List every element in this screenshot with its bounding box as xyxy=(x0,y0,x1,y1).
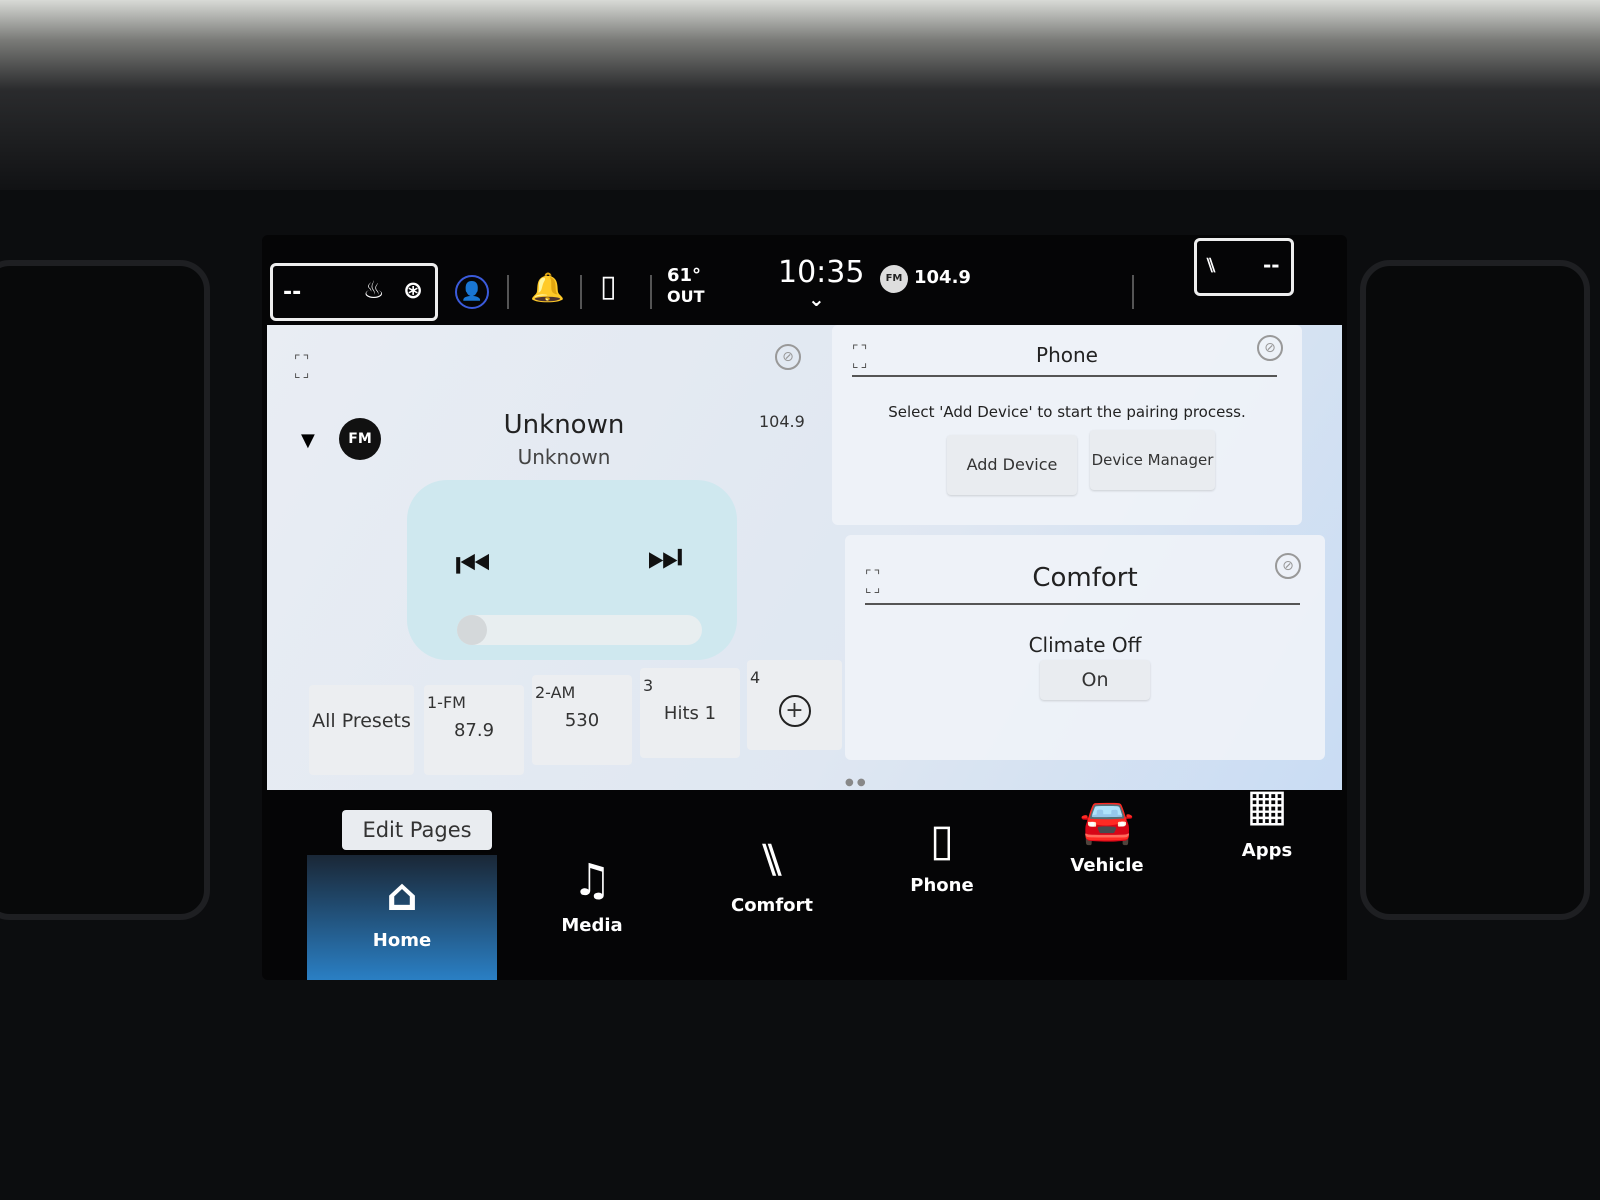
outside-label: OUT xyxy=(667,287,705,306)
preset-4-add[interactable]: 4 + xyxy=(747,660,842,750)
nav-label: Vehicle xyxy=(1070,855,1144,876)
seat-icon: ⑊ xyxy=(758,835,786,886)
grid-icon: ▦ xyxy=(1246,780,1288,831)
phone-title: Phone xyxy=(1036,343,1098,367)
nav-label: Phone xyxy=(910,875,974,896)
preset-value: 530 xyxy=(564,710,600,731)
edit-icon[interactable]: ⊘ xyxy=(1275,553,1301,579)
tuning-slider[interactable] xyxy=(457,615,702,645)
all-presets-button[interactable]: All Presets xyxy=(309,685,414,775)
preset-number: 2-AM xyxy=(535,683,576,702)
chevron-down-icon[interactable]: ⌄ xyxy=(808,287,825,311)
radio-art: ⏮ ⏭ xyxy=(407,480,737,660)
status-bar: -- ♨ ⊛ 👤 🔔 ▯ 61° OUT 10:35 ⌄ FM 104.9 ⑊ … xyxy=(262,235,1347,321)
notification-bell-icon[interactable]: 🔔 xyxy=(530,271,565,304)
preset-number: 4 xyxy=(750,668,761,687)
nav-apps[interactable]: ▦ Apps xyxy=(1172,740,1362,925)
passenger-climate-button[interactable]: ⑊ -- xyxy=(1194,238,1294,296)
driver-climate-button[interactable]: -- ♨ ⊛ xyxy=(270,263,438,321)
right-air-vent xyxy=(1360,260,1590,920)
comfort-widget: ⌜⌝ ⌞⌟ Comfort ⊘ Climate Off On xyxy=(845,535,1325,760)
clock: 10:35 xyxy=(778,255,865,290)
previous-track-icon[interactable]: ⏮ xyxy=(455,542,491,588)
home-page: ⌜⌝ ⌞⌟ ⊘ ▼ FM Unknown Unknown 104.9 ⏮ ⏭ Al… xyxy=(267,325,1342,790)
band-badge: FM xyxy=(339,418,381,460)
driver-temp: -- xyxy=(283,280,302,305)
add-device-button[interactable]: Add Device xyxy=(947,435,1077,495)
left-air-vent xyxy=(0,260,210,920)
preset-value: 87.9 xyxy=(453,720,495,741)
user-profile-icon[interactable]: 👤 xyxy=(455,275,489,309)
dashboard-trim xyxy=(0,0,1600,190)
preset-1[interactable]: 1-FM 87.9 xyxy=(424,685,524,775)
nav-phone[interactable]: ▯ Phone xyxy=(847,775,1037,960)
station-title: Unknown xyxy=(503,410,625,440)
comfort-title: Comfort xyxy=(1032,563,1138,593)
nav-home[interactable]: ⌂ Home xyxy=(307,855,497,980)
phone-settings-icon[interactable]: ▯ xyxy=(600,269,617,304)
next-track-icon[interactable]: ⏭ xyxy=(647,534,683,580)
climate-on-button[interactable]: On xyxy=(1040,660,1150,700)
preset-number: 1-FM xyxy=(427,693,466,712)
nav-media[interactable]: ♫ Media xyxy=(497,815,687,1000)
home-icon: ⌂ xyxy=(386,870,418,921)
nav-label: Comfort xyxy=(730,895,813,916)
phone-icon: ▯ xyxy=(929,815,955,866)
edit-icon[interactable]: ⊘ xyxy=(1257,335,1283,361)
heated-wheel-icon: ⊛ xyxy=(403,276,424,304)
preset-number: 3 xyxy=(643,676,654,695)
infotainment-screen: -- ♨ ⊛ 👤 🔔 ▯ 61° OUT 10:35 ⌄ FM 104.9 ⑊ … xyxy=(262,235,1347,980)
radio-freq[interactable]: 104.9 xyxy=(914,267,971,288)
edit-icon[interactable]: ⊘ xyxy=(775,344,801,370)
device-manager-button[interactable]: Device Manager xyxy=(1090,430,1215,490)
expand-icon[interactable]: ⌜⌝ ⌞⌟ xyxy=(294,354,311,380)
outside-temp: 61° xyxy=(667,265,702,286)
seat-icon: ⑊ xyxy=(1205,253,1217,277)
music-note-icon: ♫ xyxy=(572,855,612,906)
passenger-temp: -- xyxy=(1263,253,1280,277)
radio-widget: ⌜⌝ ⌞⌟ ⊘ ▼ FM Unknown Unknown 104.9 ⏮ ⏭ Al… xyxy=(269,330,842,785)
nav-label: Media xyxy=(561,915,623,936)
preset-3[interactable]: 3 Hits 1 xyxy=(640,668,740,758)
edit-pages-button[interactable]: Edit Pages xyxy=(342,810,492,850)
climate-status: Climate Off xyxy=(1028,633,1142,657)
nav-label: Home xyxy=(372,930,432,951)
preset-value: Hits 1 xyxy=(663,703,717,724)
radio-badge: FM xyxy=(880,265,908,293)
preset-2[interactable]: 2-AM 530 xyxy=(532,675,632,765)
station-subtitle: Unknown xyxy=(517,445,611,469)
nav-label: Apps xyxy=(1241,840,1293,861)
add-preset-icon[interactable]: + xyxy=(778,695,811,727)
phone-widget: ⌜⌝ ⌞⌟ Phone ⊘ Select 'Add Device' to star… xyxy=(832,325,1302,525)
band-dropdown-icon[interactable]: ▼ xyxy=(301,430,315,451)
pairing-message: Select 'Add Device' to start the pairing… xyxy=(888,403,1246,421)
frequency: 104.9 xyxy=(759,412,805,431)
heated-seat-icon: ♨ xyxy=(363,276,385,304)
nav-comfort[interactable]: ⑊ Comfort xyxy=(677,795,867,980)
